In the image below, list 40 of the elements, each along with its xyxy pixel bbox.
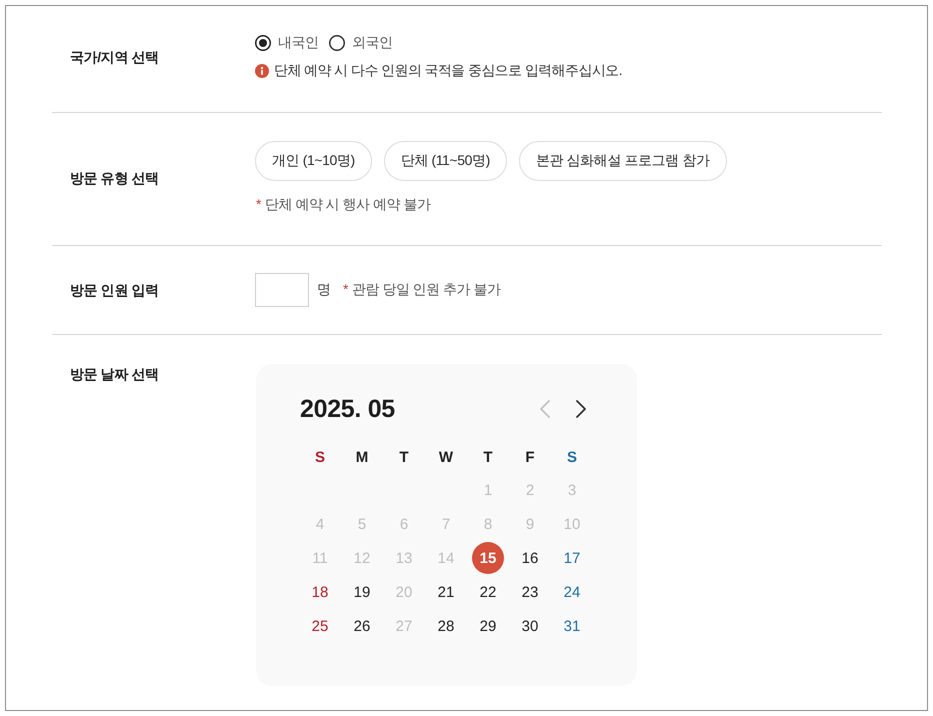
calendar-day[interactable]: 29 xyxy=(472,610,504,642)
calendar-day[interactable]: 24 xyxy=(556,576,588,608)
visit-type-button[interactable]: 개인 (1~10명) xyxy=(255,141,372,181)
calendar-day[interactable]: 23 xyxy=(514,576,546,608)
field-label: 방문 유형 선택 xyxy=(70,168,160,188)
visit-type-button[interactable]: 본관 심화해설 프로그램 참가 xyxy=(518,141,727,181)
calendar-day[interactable]: 31 xyxy=(556,610,588,642)
weekday-label: F xyxy=(525,448,535,466)
field-label: 방문 인원 입력 xyxy=(70,281,160,300)
weekday-label: T xyxy=(399,448,409,466)
visit-type-button[interactable]: 단체 (11~50명) xyxy=(384,141,507,181)
note-text: * 단체 예약 시 행사 예약 불가 xyxy=(256,195,430,214)
calendar-day[interactable]: 15 xyxy=(472,542,504,574)
calendar-day[interactable]: 19 xyxy=(346,576,378,608)
calendar-day[interactable]: 17 xyxy=(556,542,588,574)
calendar-day[interactable]: 18 xyxy=(304,576,336,608)
radio-option[interactable]: 내국인 xyxy=(255,34,319,52)
weekday-label: S xyxy=(314,448,325,466)
field-label: 방문 날짜 선택 xyxy=(70,365,160,384)
weekday-label: M xyxy=(356,448,368,466)
radio-option[interactable]: 외국인 xyxy=(328,34,393,52)
chevron-left-icon xyxy=(539,399,551,419)
unit-text: 명 xyxy=(317,281,331,299)
calendar-title: 2025. 05 xyxy=(300,394,395,424)
input-field[interactable] xyxy=(255,273,309,307)
weekday-label: T xyxy=(483,448,493,466)
calendar-day[interactable]: 28 xyxy=(430,610,462,642)
calendar-day[interactable]: 22 xyxy=(472,576,504,608)
info-icon xyxy=(255,64,269,78)
calendar-day[interactable]: 21 xyxy=(430,576,462,608)
chevron-right-icon xyxy=(575,399,587,419)
note-text: * 관람 당일 인원 추가 불가 xyxy=(343,281,501,299)
calendar-day[interactable]: 26 xyxy=(346,610,378,642)
info-text: 단체 예약 시 다수 인원의 국적을 중심으로 입력해주십시오. xyxy=(274,62,622,80)
weekday-label: W xyxy=(438,448,454,466)
calendar-day[interactable]: 25 xyxy=(304,610,336,642)
calendar-day[interactable]: 30 xyxy=(514,610,546,642)
weekday-label: S xyxy=(566,448,577,466)
field-label: 국가/지역 선택 xyxy=(70,48,160,66)
calendar-day[interactable]: 16 xyxy=(514,542,546,574)
